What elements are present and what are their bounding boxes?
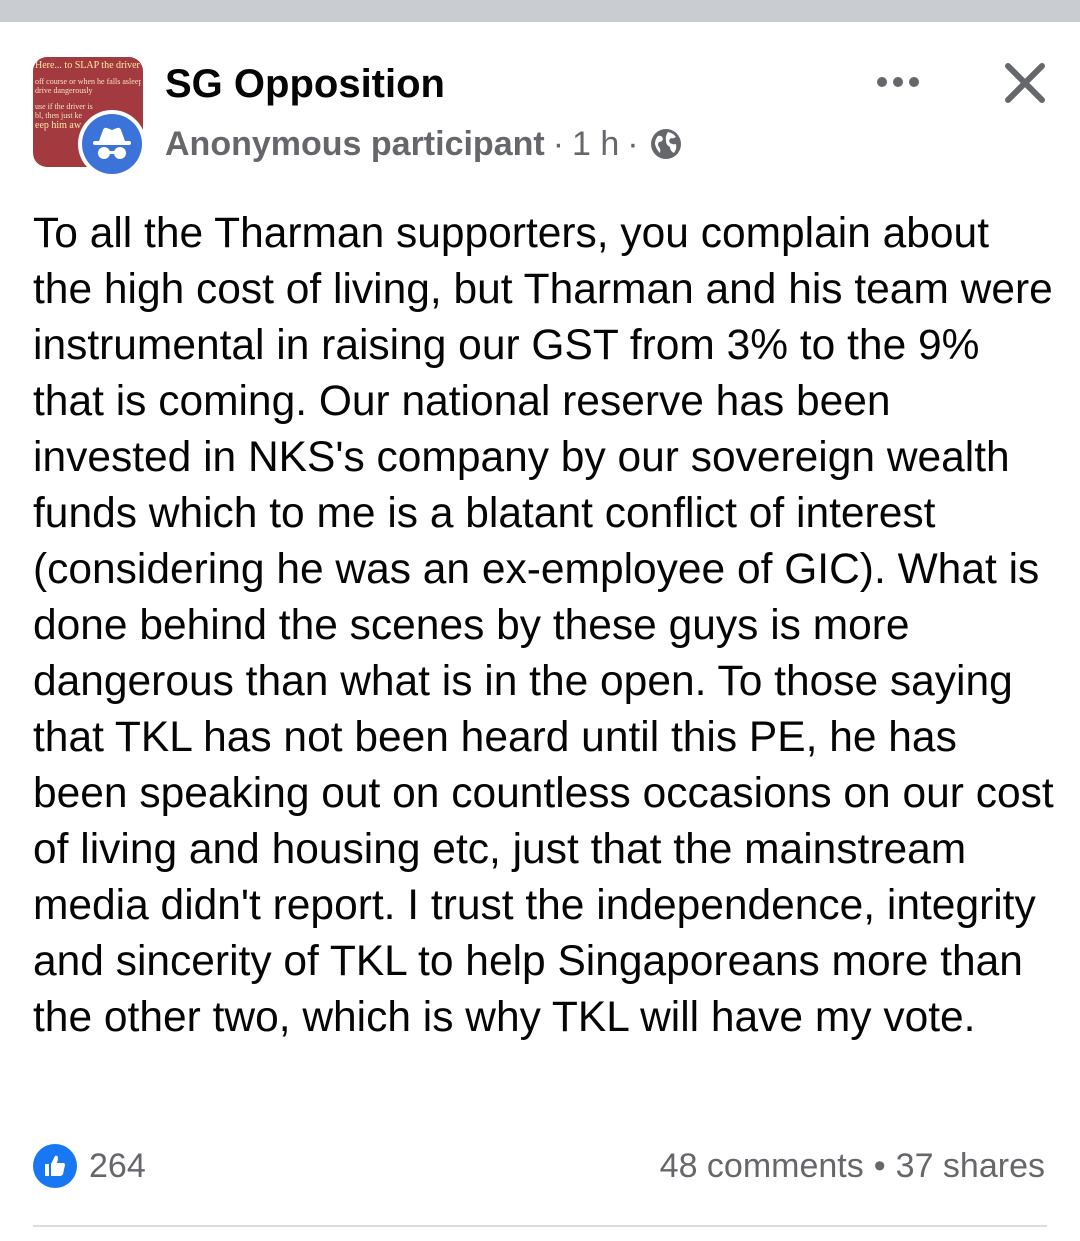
like-count[interactable]: 264 [89,1144,146,1188]
post-body-text: To all the Tharman supporters, you compl… [33,210,1054,1041]
comments-count[interactable]: 48 comments [660,1147,864,1185]
globe-icon[interactable] [649,127,683,161]
like-reaction-icon[interactable] [33,1144,77,1188]
meta-separator: · [627,124,639,163]
thumbnail-text-line: Here... to SLAP the driver [35,61,140,71]
post-card: Here... to SLAP the driver off course or… [0,22,1080,1241]
group-name[interactable]: SG Opposition [165,62,445,107]
post-meta: Anonymous participant · 1 h · [165,122,683,166]
meta-separator: · [552,124,565,163]
engagement-summary: 48 comments • 37 shares [660,1144,1045,1188]
incognito-icon [82,114,142,174]
author-name[interactable]: Anonymous participant [165,125,545,164]
top-separator-strip [0,0,1080,22]
shares-count[interactable]: 37 shares [896,1147,1045,1185]
close-icon[interactable] [1000,58,1050,108]
anonymous-avatar[interactable] [78,110,146,178]
footer-divider [33,1225,1047,1227]
engagement-separator: • [873,1147,886,1185]
thumbnail-text-line: drive dangerously [35,86,93,95]
more-options-icon[interactable] [868,62,928,102]
post-time[interactable]: 1 h [572,125,619,164]
